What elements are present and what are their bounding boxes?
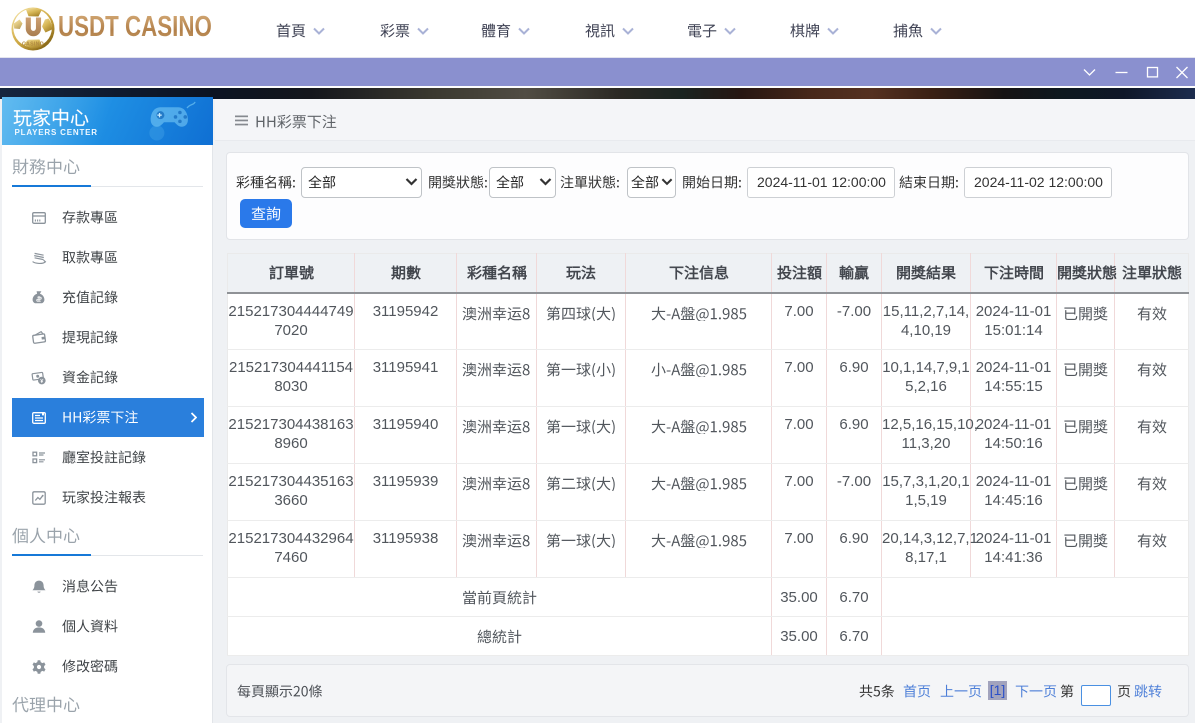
svg-text:CASINO: CASINO: [22, 42, 44, 48]
